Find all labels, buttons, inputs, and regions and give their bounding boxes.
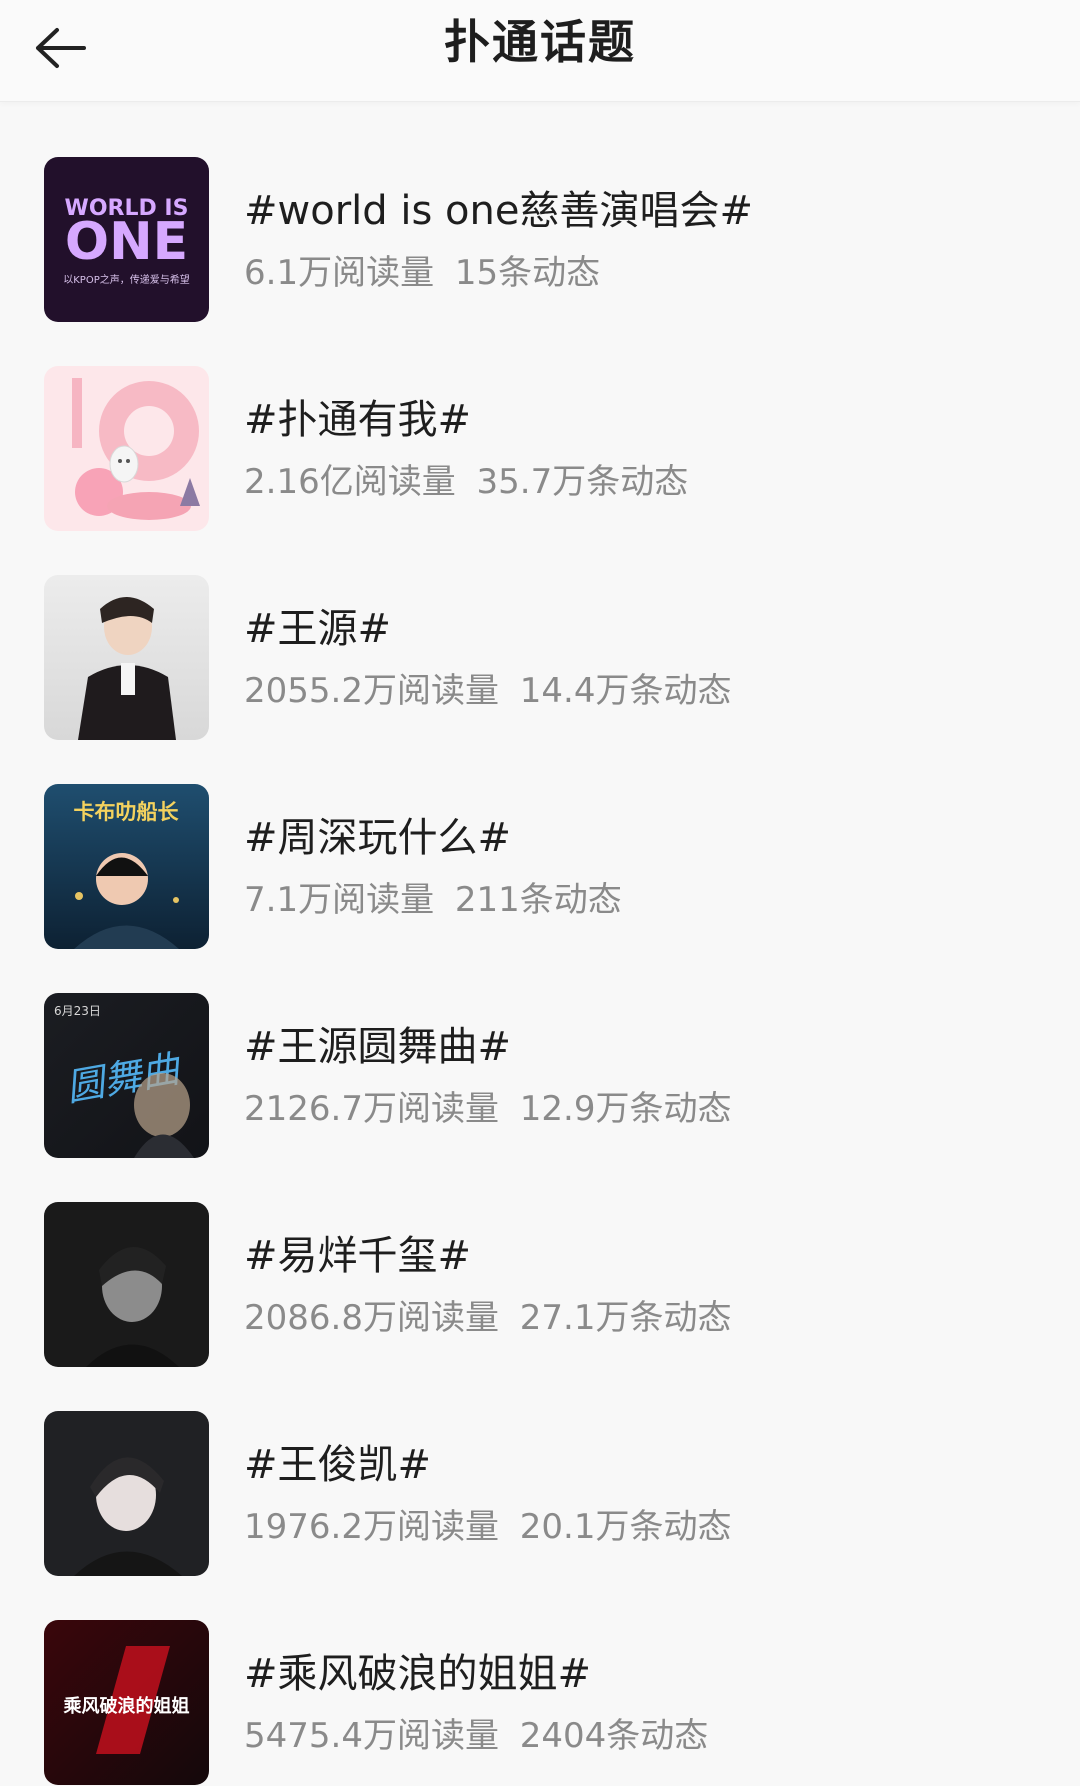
topic-row-wang-junkai[interactable]: #王俊凯# 1976.2万阅读量 20.1万条动态 bbox=[0, 1355, 1080, 1576]
thumb-text-line1: 卡布叻船长 bbox=[74, 800, 180, 824]
read-count: 2055.2万阅读量 bbox=[244, 671, 499, 711]
topic-thumbnail: 卡布叻船长 bbox=[44, 784, 209, 949]
topic-row-putong-youwo[interactable]: #扑通有我# 2.16亿阅读量 35.7万条动态 bbox=[0, 310, 1080, 531]
topic-thumbnail bbox=[44, 1202, 209, 1367]
topic-row-world-is-one[interactable]: WORLD IS ONE 以KPOP之声，传递爱与希望 #world is on… bbox=[0, 101, 1080, 322]
topic-meta: 6.1万阅读量 15条动态 bbox=[244, 251, 600, 295]
read-count: 2086.8万阅读量 bbox=[244, 1298, 499, 1338]
topic-title: #乘风破浪的姐姐# bbox=[244, 1651, 592, 1697]
post-count: 27.1万条动态 bbox=[519, 1298, 732, 1338]
post-count: 15条动态 bbox=[454, 253, 601, 293]
topic-meta: 5475.4万阅读量 2404条动态 bbox=[244, 1714, 708, 1758]
topic-thumbnail: 6月23日 圆舞曲 bbox=[44, 993, 209, 1158]
topic-row-zhou-shen[interactable]: 卡布叻船长 #周深玩什么# 7.1万阅读量 211条动态 bbox=[0, 728, 1080, 949]
thumb-text-line2: 6月23日 bbox=[54, 1004, 101, 1018]
read-count: 7.1万阅读量 bbox=[244, 880, 435, 920]
page-title: 扑通话题 bbox=[444, 15, 636, 69]
top-app-bar: 扑通话题 bbox=[0, 0, 1080, 102]
topic-meta: 2.16亿阅读量 35.7万条动态 bbox=[244, 460, 688, 504]
read-count: 1976.2万阅读量 bbox=[244, 1507, 499, 1547]
topic-title: #王源# bbox=[244, 606, 392, 652]
topic-meta: 2126.7万阅读量 12.9万条动态 bbox=[244, 1087, 731, 1131]
post-count: 211条动态 bbox=[454, 880, 622, 920]
post-count: 20.1万条动态 bbox=[519, 1507, 732, 1547]
topic-meta: 1976.2万阅读量 20.1万条动态 bbox=[244, 1505, 731, 1549]
topic-row-yi-yang-qianxi[interactable]: #易烊千玺# 2086.8万阅读量 27.1万条动态 bbox=[0, 1146, 1080, 1367]
post-count: 35.7万条动态 bbox=[476, 462, 689, 502]
thumb-text-line2: ONE bbox=[65, 212, 188, 272]
topic-thumbnail bbox=[44, 575, 209, 740]
post-count: 2404条动态 bbox=[519, 1716, 709, 1756]
topic-row-wang-yuan[interactable]: #王源# 2055.2万阅读量 14.4万条动态 bbox=[0, 519, 1080, 740]
topic-title: #周深玩什么# bbox=[244, 815, 512, 861]
topic-meta: 7.1万阅读量 211条动态 bbox=[244, 878, 622, 922]
topic-thumbnail: 乘风破浪的姐姐 bbox=[44, 1620, 209, 1785]
post-count: 12.9万条动态 bbox=[519, 1089, 732, 1129]
topic-meta: 2055.2万阅读量 14.4万条动态 bbox=[244, 669, 731, 713]
post-count: 14.4万条动态 bbox=[519, 671, 732, 711]
topic-meta: 2086.8万阅读量 27.1万条动态 bbox=[244, 1296, 731, 1340]
topic-thumbnail bbox=[44, 366, 209, 531]
topic-row-sisters-riding-wind[interactable]: 乘风破浪的姐姐 #乘风破浪的姐姐# 5475.4万阅读量 2404条动态 bbox=[0, 1564, 1080, 1785]
thumb-text-line3: 以KPOP之声，传递爱与希望 bbox=[63, 273, 190, 286]
read-count: 2126.7万阅读量 bbox=[244, 1089, 499, 1129]
topic-thumbnail: WORLD IS ONE 以KPOP之声，传递爱与希望 bbox=[44, 157, 209, 322]
topic-row-wang-yuan-waltz[interactable]: 6月23日 圆舞曲 #王源圆舞曲# 2126.7万阅读量 12.9万条动态 bbox=[0, 937, 1080, 1158]
topic-title: #王俊凯# bbox=[244, 1442, 432, 1488]
topic-title: #扑通有我# bbox=[244, 397, 472, 443]
topic-title: #world is one慈善演唱会# bbox=[244, 188, 753, 234]
topic-title: #易烊千玺# bbox=[244, 1233, 472, 1279]
read-count: 2.16亿阅读量 bbox=[244, 462, 456, 502]
thumb-text-line1: 乘风破浪的姐姐 bbox=[63, 1695, 190, 1717]
topic-thumbnail bbox=[44, 1411, 209, 1576]
read-count: 5475.4万阅读量 bbox=[244, 1716, 499, 1756]
read-count: 6.1万阅读量 bbox=[244, 253, 435, 293]
topic-title: #王源圆舞曲# bbox=[244, 1024, 512, 1070]
